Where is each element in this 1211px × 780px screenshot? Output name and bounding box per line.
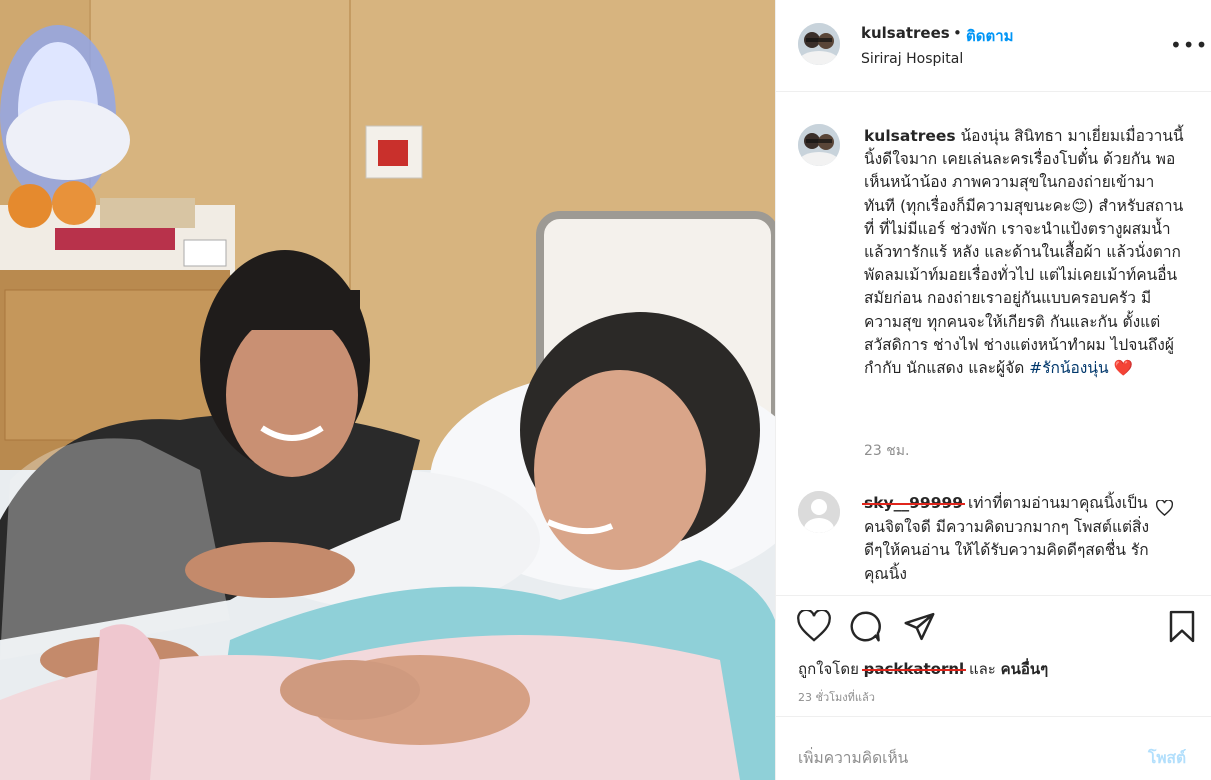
add-comment-bar: เพิ่มความคิดเห็น โพสต์ bbox=[776, 716, 1211, 780]
likes-summary: ถูกใจโดย packkatornl และ คนอื่นๆ bbox=[798, 660, 1049, 678]
caption-username[interactable]: kulsatrees bbox=[864, 127, 956, 145]
post-comment-button[interactable]: โพสต์ bbox=[1148, 745, 1186, 770]
post-timestamp[interactable]: 23 ชั่วโมงที่แล้ว bbox=[798, 688, 875, 706]
comment-text: sky__99999 เท่าที่ตามอ่านมาคุณนิ้งเป็นคน… bbox=[862, 492, 1154, 586]
caption-body-2: ) สำหรับสถานที่ ที่ไม่มีแอร์ ช่วงพัก เรา… bbox=[864, 196, 1184, 378]
liked-by-others[interactable]: คนอื่นๆ bbox=[1001, 660, 1049, 678]
bookmark-icon[interactable] bbox=[1167, 610, 1197, 647]
caption-avatar[interactable] bbox=[798, 124, 840, 166]
caption-timestamp[interactable]: 23 ชม. bbox=[864, 440, 909, 462]
hospital-visit-photo bbox=[0, 0, 775, 780]
liked-by-user[interactable]: packkatornl bbox=[861, 660, 967, 678]
comment-icon[interactable] bbox=[849, 610, 882, 647]
follow-button[interactable]: ติดตาม bbox=[966, 24, 1014, 48]
comment-heart-icon[interactable] bbox=[1155, 499, 1174, 520]
share-icon[interactable] bbox=[903, 610, 936, 647]
more-options-icon[interactable]: ••• bbox=[1170, 33, 1208, 57]
commenter-username[interactable]: sky__99999 bbox=[862, 494, 966, 512]
separator-dot: • bbox=[953, 24, 962, 42]
post-side-panel: kulsatrees • ติดตาม Siriraj Hospital •••… bbox=[775, 0, 1211, 780]
liked-user-strike bbox=[861, 669, 967, 671]
caption-text: kulsatrees น้องนุ่น สินิทธา มาเยี่ยมเมื่… bbox=[864, 125, 1184, 380]
post-photo[interactable] bbox=[0, 0, 775, 780]
action-bar: ถูกใจโดย packkatornl และ คนอื่นๆ 23 ชั่ว… bbox=[776, 595, 1211, 715]
author-avatar[interactable] bbox=[798, 23, 840, 65]
redaction-strike bbox=[862, 503, 966, 505]
post-header: kulsatrees • ติดตาม Siriraj Hospital ••• bbox=[776, 0, 1211, 92]
heart-emoji: ❤️ bbox=[1113, 359, 1133, 378]
hashtag-link[interactable]: #รักน้องนุ่น bbox=[1029, 359, 1108, 377]
heart-icon[interactable] bbox=[797, 608, 831, 646]
location-link[interactable]: Siriraj Hospital bbox=[861, 51, 963, 67]
author-username[interactable]: kulsatrees bbox=[861, 24, 950, 42]
comment-input[interactable]: เพิ่มความคิดเห็น bbox=[798, 745, 908, 770]
smiley-emoji: 😊 bbox=[1071, 196, 1088, 215]
commenter-avatar[interactable] bbox=[798, 491, 840, 533]
